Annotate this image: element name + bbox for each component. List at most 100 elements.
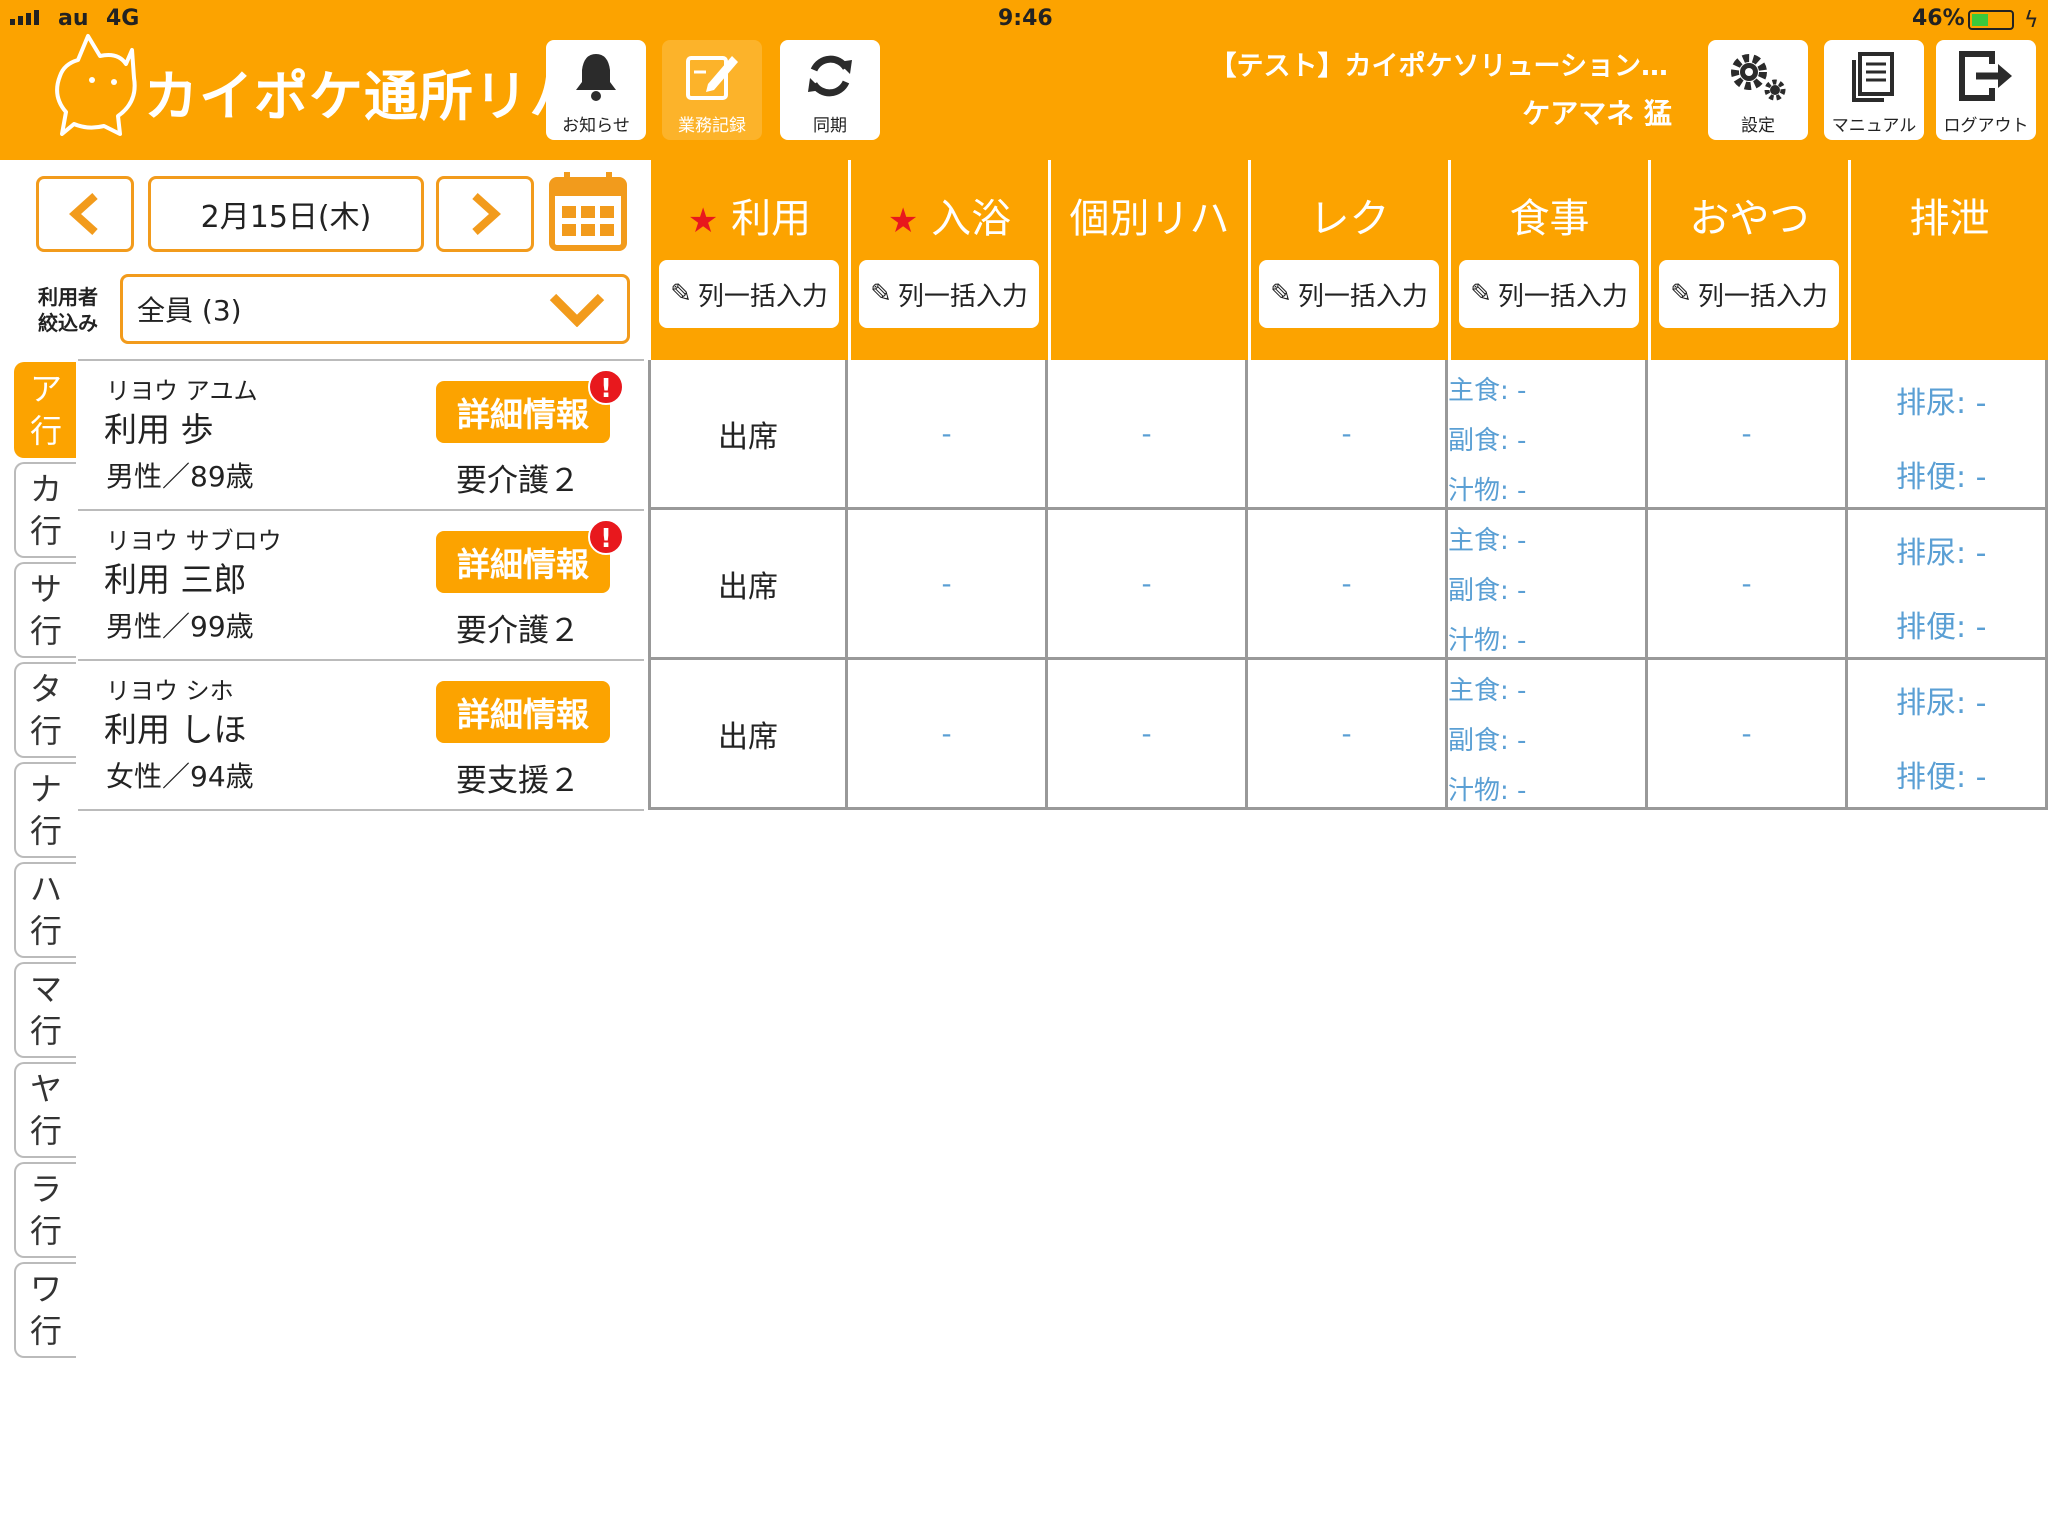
filter-label-line2: 絞込み: [38, 311, 98, 335]
prev-date-button[interactable]: [36, 176, 134, 252]
meal-soup-value: -: [1517, 776, 1527, 806]
notice-button[interactable]: お知らせ: [546, 40, 646, 140]
document-icon: [1852, 52, 1894, 102]
tab-label: サ: [29, 570, 62, 608]
cell-rec[interactable]: -: [1248, 510, 1448, 660]
tab-ka[interactable]: カ行: [14, 462, 76, 558]
cell-meal[interactable]: 主食: - 副食: - 汁物: -: [1448, 660, 1648, 810]
cell-excretion[interactable]: 排尿: - 排便: -: [1848, 510, 2048, 660]
meal-side-value: -: [1517, 426, 1527, 456]
resident-filter-select[interactable]: 全員 (3): [120, 274, 630, 344]
tab-wa[interactable]: ワ行: [14, 1262, 76, 1358]
bulk-input-button[interactable]: ✎ 列一括入力: [659, 260, 839, 328]
stool-label: 排便:: [1896, 610, 1967, 645]
pencil-icon: ✎: [1670, 279, 1692, 309]
cell-meal[interactable]: 主食: - 副食: - 汁物: -: [1448, 510, 1648, 660]
filter-value: 全員 (3): [137, 294, 242, 327]
cell-rehab[interactable]: -: [1048, 660, 1248, 810]
cell-snack[interactable]: -: [1648, 360, 1848, 510]
cell-value: -: [1741, 567, 1752, 600]
cell-excretion[interactable]: 排尿: - 排便: -: [1848, 360, 2048, 510]
cell-bath[interactable]: -: [848, 660, 1048, 810]
next-date-button[interactable]: [436, 176, 534, 252]
resident-kana: リヨウ シホ: [106, 677, 234, 705]
records-button[interactable]: 業務記録: [662, 40, 762, 140]
tab-a[interactable]: ア行: [14, 362, 76, 458]
cell-rec[interactable]: -: [1248, 360, 1448, 510]
stool-label: 排便:: [1896, 460, 1967, 495]
cell-rec[interactable]: -: [1248, 660, 1448, 810]
chevron-left-icon: [69, 193, 98, 235]
logout-icon: [1959, 51, 2012, 101]
resident-row: リヨウ シホ 利用 しほ 女性／94歳 詳細情報 要支援２: [78, 661, 644, 811]
resident-row: リヨウ アユム 利用 歩 男性／89歳 詳細情報 ! 要介護２: [78, 361, 644, 511]
cell-snack[interactable]: -: [1648, 510, 1848, 660]
tab-na[interactable]: ナ行: [14, 762, 76, 858]
cell-value: -: [941, 417, 952, 450]
col-title-text: レク: [1309, 196, 1390, 242]
bulk-input-button[interactable]: ✎ 列一括入力: [859, 260, 1039, 328]
network-label: 4G: [106, 6, 140, 31]
stool: 排便: -: [1896, 602, 1986, 646]
detail-info-button[interactable]: 詳細情報: [436, 381, 610, 443]
tab-label: ラ: [29, 1170, 62, 1208]
charging-icon: ϟ: [2024, 8, 2039, 33]
logout-button[interactable]: ログアウト: [1936, 40, 2036, 140]
meal-side-value: -: [1517, 576, 1527, 606]
urine-value: -: [1975, 686, 1987, 721]
cell-use[interactable]: 出席: [648, 360, 848, 510]
col-title-text: 食事: [1509, 196, 1590, 242]
tab-sa[interactable]: サ行: [14, 562, 76, 658]
tab-ra[interactable]: ラ行: [14, 1162, 76, 1258]
resident-gender-age: 男性／89歳: [106, 460, 254, 493]
col-header-bath: ★ 入浴 ✎ 列一括入力: [848, 160, 1048, 360]
tab-label: 行: [29, 812, 62, 850]
col-header-use: ★ 利用 ✎ 列一括入力: [648, 160, 848, 360]
tab-label: ナ: [29, 770, 62, 808]
calendar-button[interactable]: [548, 170, 628, 252]
meal-main-label: 主食:: [1448, 376, 1509, 406]
bell-icon: [576, 54, 616, 101]
tab-label: 行: [29, 1212, 62, 1250]
cell-value: -: [1141, 417, 1152, 450]
attendance-value: 出席: [718, 419, 778, 455]
tab-ya[interactable]: ヤ行: [14, 1062, 76, 1158]
stool: 排便: -: [1896, 752, 1986, 796]
tab-ma[interactable]: マ行: [14, 962, 76, 1058]
tab-label: 行: [29, 1112, 62, 1150]
tab-ta[interactable]: タ行: [14, 662, 76, 758]
meal-side-label: 副食:: [1448, 576, 1509, 606]
cell-meal[interactable]: 主食: - 副食: - 汁物: -: [1448, 360, 1648, 510]
cell-rehab[interactable]: -: [1048, 360, 1248, 510]
bulk-input-button[interactable]: ✎ 列一括入力: [1659, 260, 1839, 328]
urine-label: 排尿:: [1896, 536, 1967, 571]
cell-snack[interactable]: -: [1648, 660, 1848, 810]
meal-soup: 汁物: -: [1448, 770, 1526, 807]
sync-button[interactable]: 同期: [780, 40, 880, 140]
bulk-input-label: 列一括入力: [1497, 281, 1628, 312]
cell-rehab[interactable]: -: [1048, 510, 1248, 660]
detail-info-button[interactable]: 詳細情報: [436, 531, 610, 593]
settings-button[interactable]: 設定: [1708, 40, 1808, 140]
cell-excretion[interactable]: 排尿: - 排便: -: [1848, 660, 2048, 810]
detail-info-button[interactable]: 詳細情報: [436, 681, 610, 743]
tab-label: 行: [29, 912, 62, 950]
cell-use[interactable]: 出席: [648, 510, 848, 660]
date-display[interactable]: 2月15日(木): [148, 176, 424, 252]
cell-use[interactable]: 出席: [648, 660, 848, 810]
tab-label: 行: [29, 512, 62, 550]
manual-button[interactable]: マニュアル: [1824, 40, 1924, 140]
bulk-input-button[interactable]: ✎ 列一括入力: [1259, 260, 1439, 328]
meal-soup: 汁物: -: [1448, 620, 1526, 657]
meal-main-label: 主食:: [1448, 676, 1509, 706]
cell-bath[interactable]: -: [848, 360, 1048, 510]
tab-label: 行: [29, 1312, 62, 1350]
stool-value: -: [1975, 760, 1987, 795]
bulk-input-button[interactable]: ✎ 列一括入力: [1459, 260, 1639, 328]
tab-ha[interactable]: ハ行: [14, 862, 76, 958]
cell-bath[interactable]: -: [848, 510, 1048, 660]
edit-note-icon: [686, 56, 738, 100]
logout-label: ログアウト: [1943, 116, 2029, 136]
pencil-icon: ✎: [1270, 279, 1292, 309]
urine-label: 排尿:: [1896, 386, 1967, 421]
